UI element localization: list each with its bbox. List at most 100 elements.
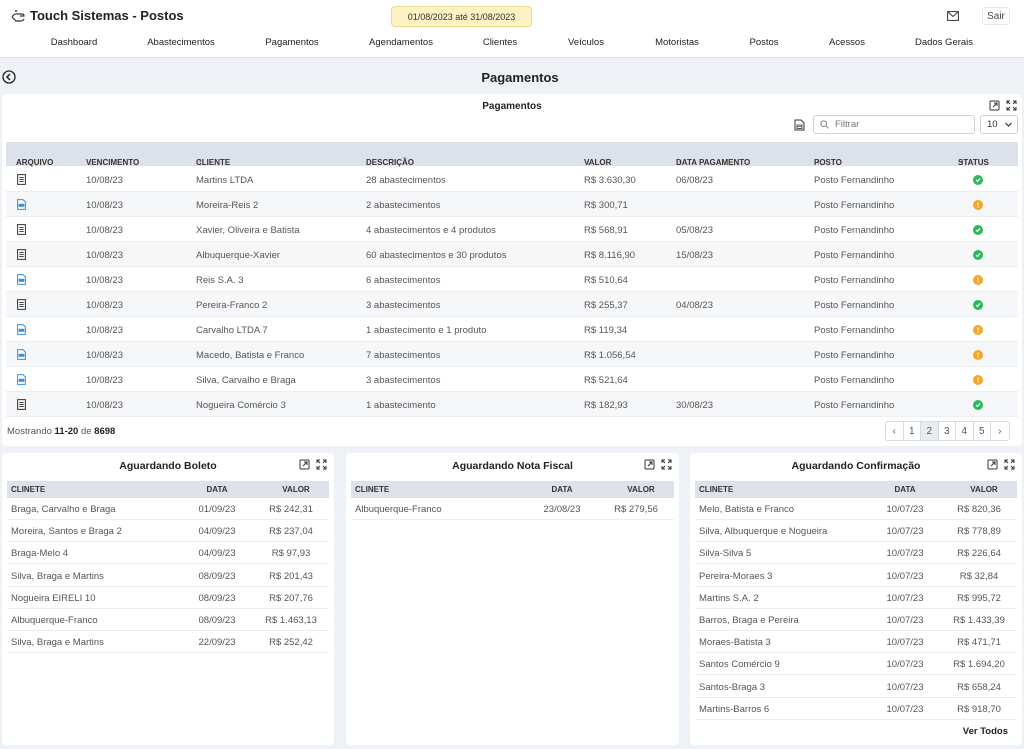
col-valor[interactable]: VALOR — [964, 485, 1004, 494]
pdf-file-icon[interactable] — [17, 199, 26, 213]
table-row[interactable]: 10/08/23 Macedo, Batista e Franco 7 abaste… — [6, 342, 1018, 367]
list-item[interactable]: Nogueira EIRELI 10 08/09/23 R$ 207,76 — [7, 587, 329, 609]
document-file-icon[interactable] — [17, 399, 26, 413]
list-item[interactable]: Silva, Braga e Martins 22/09/23 R$ 252,4… — [7, 631, 329, 654]
cell-data: 10/07/23 — [886, 703, 924, 715]
pdf-file-icon[interactable] — [17, 374, 26, 388]
nav-pagamentos[interactable]: Pagamentos — [265, 37, 318, 48]
list-item[interactable]: Silva, Braga e Martins 08/09/23 R$ 201,4… — [7, 565, 329, 587]
table-row[interactable]: 10/08/23 Martins LTDA 28 abastecimentos R$ … — [6, 167, 1018, 192]
cell-valor: R$ 237,04 — [269, 526, 313, 538]
col-data[interactable]: DATA — [542, 485, 582, 494]
sort-icon: ↑ — [198, 158, 202, 167]
list-item[interactable]: Silva, Albuquerque e Nogueira 10/07/23 R… — [695, 520, 1017, 543]
cell-descricao: 1 abastecimento e 1 produto — [366, 325, 487, 336]
fullscreen-icon[interactable] — [1006, 100, 1017, 111]
table-row[interactable]: 10/08/23 Xavier, Oliveira e Batista 4 abas… — [6, 217, 1018, 242]
see-all-link[interactable]: Ver Todos — [963, 726, 1008, 737]
nav-acessos[interactable]: Acessos — [829, 37, 865, 48]
list-item[interactable]: Silva-Silva 5 10/07/23 R$ 226,64 — [695, 542, 1017, 565]
nav-agendamentos[interactable]: Agendamentos — [369, 37, 433, 48]
pdf-file-icon[interactable] — [17, 324, 26, 338]
app-title: Touch Sistemas - Postos — [30, 8, 184, 23]
fullscreen-icon[interactable] — [1004, 459, 1015, 470]
list-item[interactable]: Pereira-Moraes 3 10/07/23 R$ 32,84 — [695, 565, 1017, 587]
cell-posto: Posto Fernandinho — [814, 175, 895, 186]
check-circle-icon — [973, 225, 983, 235]
open-external-icon[interactable] — [989, 100, 1000, 111]
page-button[interactable]: 3 — [939, 422, 956, 440]
list-item[interactable]: Martins-Barros 6 10/07/23 R$ 918,70 — [695, 698, 1017, 720]
nav-abastecimentos[interactable]: Abastecimentos — [147, 37, 215, 48]
date-range-button[interactable]: 01/08/2023 até 31/08/2023 — [391, 6, 532, 27]
nav-veiculos[interactable]: Veículos — [568, 37, 604, 48]
list-item[interactable]: Barros, Braga e Pereira 10/07/23 R$ 1.43… — [695, 609, 1017, 631]
table-row[interactable]: 10/08/23 Silva, Carvalho e Braga 3 abastec… — [6, 367, 1018, 392]
pdf-file-icon[interactable] — [17, 349, 26, 363]
fullscreen-icon[interactable] — [316, 459, 327, 470]
cell-valor: R$ 820,36 — [957, 504, 1001, 515]
document-file-icon[interactable] — [17, 249, 26, 263]
cell-data: 10/07/23 — [886, 504, 924, 515]
col-valor[interactable]: VALOR — [621, 485, 661, 494]
col-cliente[interactable]: CLINETE — [699, 485, 733, 494]
list-item[interactable]: Martins S.A. 2 10/07/23 R$ 995,72 — [695, 587, 1017, 609]
page-button[interactable]: 5 — [974, 422, 991, 440]
per-page-select[interactable]: 10 — [980, 115, 1018, 134]
list-item[interactable]: Braga, Carvalho e Braga 01/09/23 R$ 242,… — [7, 498, 329, 520]
cell-cliente: Pereira-Moraes 3 — [699, 570, 773, 582]
sort-icon: ↑ — [586, 158, 590, 167]
table-row[interactable]: 10/08/23 Carvalho LTDA 7 1 abastecimento e… — [6, 317, 1018, 342]
csv-export-icon[interactable] — [794, 119, 805, 131]
list-item[interactable]: Albuquerque-Franco 08/09/23 R$ 1.463,13 — [7, 609, 329, 631]
prev-page-button[interactable]: ‹ — [886, 422, 904, 440]
check-circle-icon — [973, 400, 983, 410]
document-file-icon[interactable] — [17, 174, 26, 188]
document-file-icon[interactable] — [17, 224, 26, 238]
list-item[interactable]: Santos Comércio 9 10/07/23 R$ 1.694,20 — [695, 653, 1017, 676]
col-cliente[interactable]: CLINETE — [355, 485, 389, 494]
filter-field[interactable] — [813, 115, 975, 134]
open-external-icon[interactable] — [987, 459, 998, 470]
next-page-button[interactable]: › — [991, 422, 1009, 440]
col-data[interactable]: DATA — [197, 485, 237, 494]
list-item[interactable]: Albuquerque-Franco 23/08/23 R$ 279,56 — [351, 498, 674, 520]
list-item[interactable]: Braga-Melo 4 04/09/23 R$ 97,93 — [7, 542, 329, 565]
nav-dashboard[interactable]: Dashboard — [51, 37, 97, 48]
table-row[interactable]: 10/08/23 Reis S.A. 3 6 abastecimentos R$ 51… — [6, 267, 1018, 292]
col-cliente[interactable]: CLINETE — [11, 485, 45, 494]
col-valor[interactable]: VALOR — [276, 485, 316, 494]
nav-postos[interactable]: Postos — [749, 37, 778, 48]
cell-cliente: Melo, Batista e Franco — [699, 504, 795, 515]
cell-vencimento: 10/08/23 — [86, 400, 123, 411]
nav-dados-gerais[interactable]: Dados Gerais — [915, 37, 973, 48]
page-button[interactable]: 1 — [904, 422, 921, 440]
table-row[interactable]: 10/08/23 Nogueira Comércio 3 1 abastecimen… — [6, 392, 1018, 417]
pdf-file-icon[interactable] — [17, 274, 26, 288]
cell-valor: R$ 182,93 — [584, 400, 628, 411]
filter-input[interactable] — [835, 119, 965, 130]
table-row[interactable]: 10/08/23 Albuquerque-Xavier 60 abastecimen… — [6, 242, 1018, 267]
table-row[interactable]: 10/08/23 Pereira-Franco 2 3 abastecimentos… — [6, 292, 1018, 317]
list-item[interactable]: Moreira, Santos e Braga 2 04/09/23 R$ 23… — [7, 520, 329, 543]
list-item[interactable]: Santos-Braga 3 10/07/23 R$ 658,24 — [695, 676, 1017, 698]
cell-cliente: Xavier, Oliveira e Batista — [196, 225, 300, 236]
cell-data: 08/09/23 — [198, 570, 236, 582]
nav-clientes[interactable]: Clientes — [483, 37, 517, 48]
page-button[interactable]: 2 — [921, 422, 939, 440]
cell-posto: Posto Fernandinho — [814, 250, 895, 261]
fullscreen-icon[interactable] — [661, 459, 672, 470]
nav-motoristas[interactable]: Motoristas — [655, 37, 699, 48]
list-item[interactable]: Moraes-Batista 3 10/07/23 R$ 471,71 — [695, 631, 1017, 654]
table-row[interactable]: 10/08/23 Moreira-Reis 2 2 abastecimentos R$… — [6, 192, 1018, 217]
mail-icon[interactable] — [944, 8, 962, 24]
open-external-icon[interactable] — [299, 459, 310, 470]
page-title: Pagamentos — [481, 70, 559, 85]
open-external-icon[interactable] — [644, 459, 655, 470]
brand[interactable]: Touch Sistemas - Postos — [10, 8, 184, 23]
page-button[interactable]: 4 — [956, 422, 974, 440]
logout-button[interactable]: Sair — [982, 7, 1010, 25]
col-data[interactable]: DATA — [885, 485, 925, 494]
document-file-icon[interactable] — [17, 299, 26, 313]
list-item[interactable]: Melo, Batista e Franco 10/07/23 R$ 820,3… — [695, 498, 1017, 520]
